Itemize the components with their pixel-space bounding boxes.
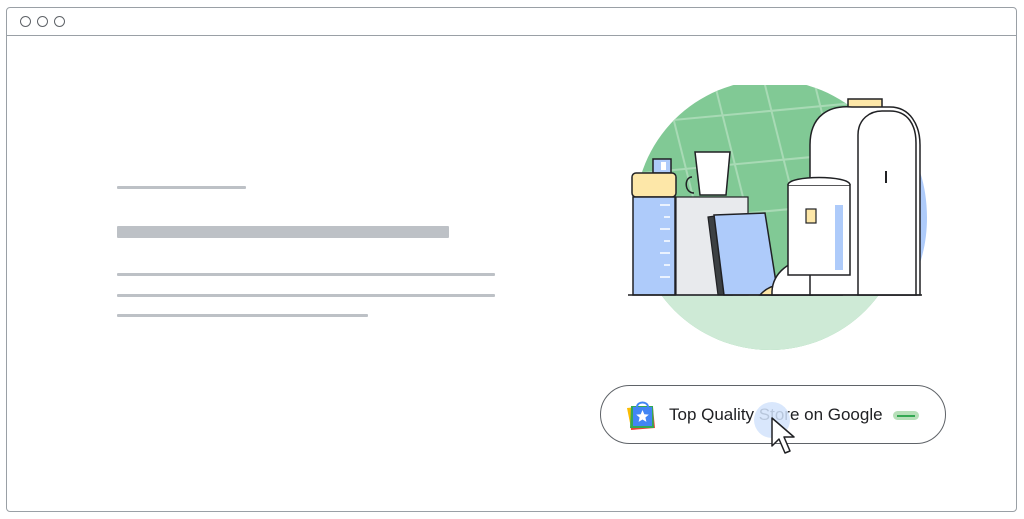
placeholder-heading-bar <box>117 226 449 238</box>
placeholder-eyebrow-line <box>117 186 246 189</box>
notebooks <box>707 212 779 296</box>
badge-status-pill <box>893 411 919 420</box>
pointer-cursor-icon <box>754 402 795 454</box>
window-control-dot[interactable] <box>37 16 48 27</box>
water-bottle <box>631 158 677 296</box>
window-titlebar <box>7 8 1016 36</box>
placeholder-body-line <box>117 314 368 317</box>
window-control-dot[interactable] <box>20 16 31 27</box>
travel-gear-illustration <box>628 85 927 350</box>
shopping-bag-star-icon <box>627 401 655 430</box>
placeholder-body-line <box>117 294 495 297</box>
window-control-dot[interactable] <box>54 16 65 27</box>
placeholder-body-line <box>117 273 495 276</box>
